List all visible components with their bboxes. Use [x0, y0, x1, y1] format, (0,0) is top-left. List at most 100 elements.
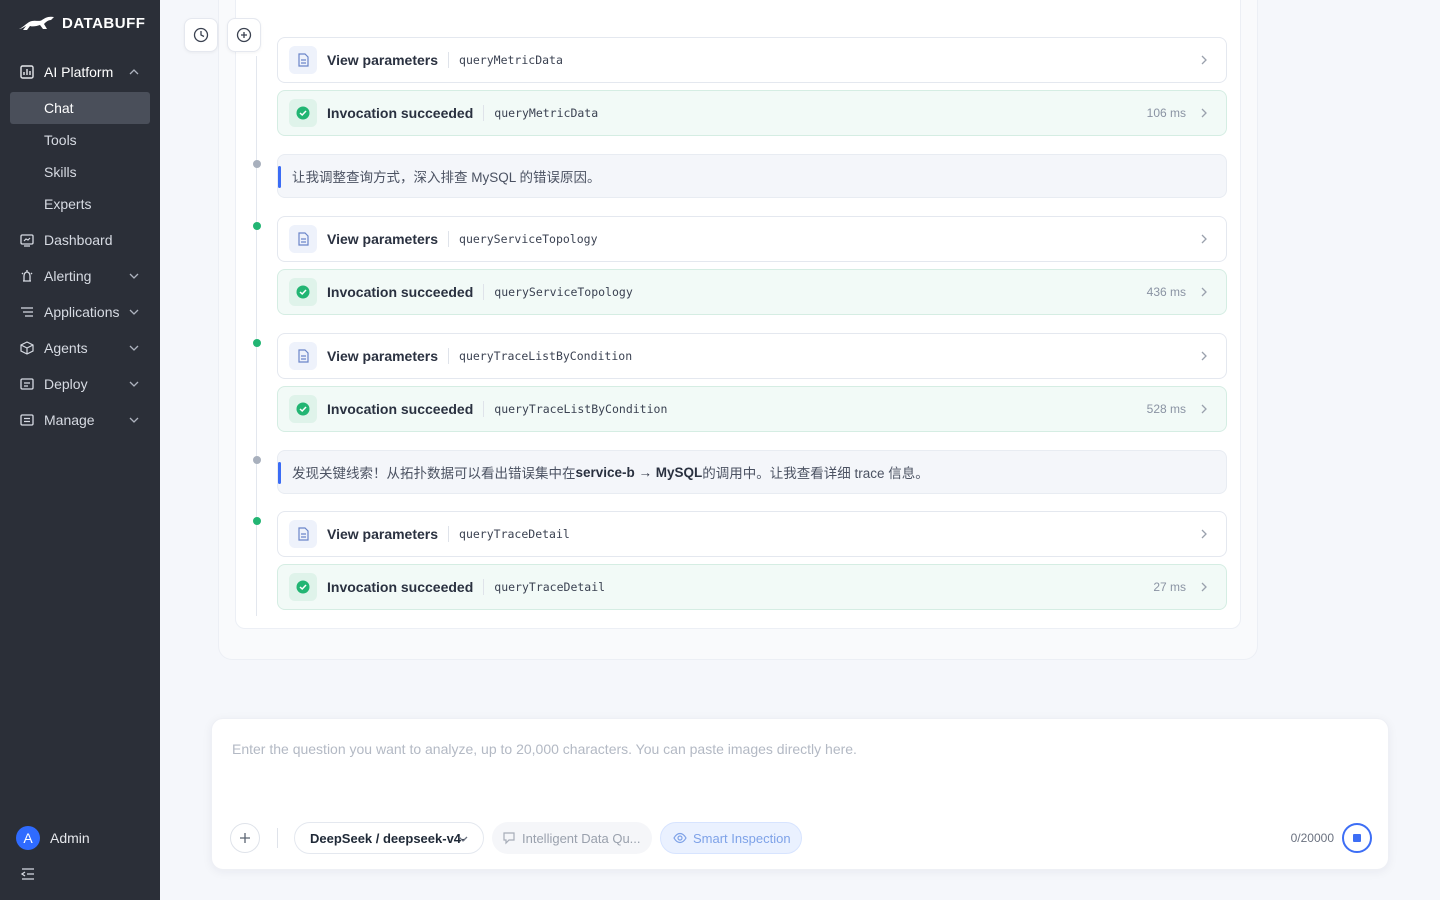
separator — [483, 401, 485, 417]
chevron-right-icon — [1201, 351, 1207, 361]
separator — [448, 231, 450, 247]
sidebar-item-applications[interactable]: Applications — [10, 296, 150, 328]
logo[interactable]: DATABUFF — [18, 13, 145, 33]
row-label: Invocation succeeded — [327, 401, 474, 417]
character-counter: 0/20000 — [1290, 831, 1334, 845]
message-text-prefix: 发现关键线索！从拓扑数据可以看出错误集中在 — [292, 466, 576, 481]
chevron-right-icon — [1201, 234, 1207, 244]
applications-icon — [20, 305, 34, 319]
invocation-succeeded-row[interactable]: Invocation succeeded queryTraceDetail 27… — [277, 564, 1227, 610]
chevron-down-icon — [129, 345, 139, 351]
collapse-sidebar-icon[interactable] — [20, 866, 36, 882]
sidebar-item-deploy[interactable]: Deploy — [10, 368, 150, 400]
row-label: Invocation succeeded — [327, 284, 474, 300]
invocation-succeeded-row[interactable]: Invocation succeeded queryMetricData 106… — [277, 90, 1227, 136]
document-icon — [289, 520, 317, 548]
toggle-label: Intelligent Data Qu... — [522, 830, 641, 846]
sidebar-item-dashboard[interactable]: Dashboard — [10, 224, 150, 256]
new-chat-button[interactable] — [227, 18, 261, 52]
message-highlight: service-b → MySQL — [575, 464, 703, 480]
sidebar-item-label: Tools — [44, 132, 77, 148]
sidebar-item-agents[interactable]: Agents — [10, 332, 150, 364]
view-parameters-row[interactable]: View parameters queryServiceTopology — [277, 216, 1227, 262]
document-icon — [289, 225, 317, 253]
stop-icon — [1353, 834, 1361, 842]
alerting-icon — [20, 269, 34, 283]
separator — [448, 52, 450, 68]
chevron-up-icon — [129, 69, 139, 75]
sidebar-item-manage[interactable]: Manage — [10, 404, 150, 436]
sidebar-item-label: Skills — [44, 164, 77, 180]
duration: 436 ms — [1146, 285, 1186, 299]
smart-inspection-toggle[interactable]: Smart Inspection — [660, 822, 802, 854]
function-name: queryServiceTopology — [459, 232, 598, 246]
function-name: queryMetricData — [459, 53, 563, 67]
question-input[interactable]: Enter the question you want to analyze, … — [232, 741, 857, 757]
chevron-right-icon — [1201, 55, 1207, 65]
timeline-dot — [253, 517, 261, 525]
intelligent-data-query-toggle[interactable]: Intelligent Data Qu... — [492, 822, 652, 854]
sidebar-item-label: AI Platform — [44, 64, 114, 80]
row-label: View parameters — [327, 348, 439, 364]
chevron-right-icon — [1201, 404, 1207, 414]
sidebar: DATABUFF AI Platform Chat Tools Skills E… — [0, 0, 160, 900]
sidebar-item-label: Experts — [44, 196, 92, 212]
invocation-succeeded-row[interactable]: Invocation succeeded queryTraceListByCon… — [277, 386, 1227, 432]
row-label: View parameters — [327, 231, 439, 247]
timeline-dot — [253, 222, 261, 230]
sidebar-item-skills[interactable]: Skills — [10, 156, 150, 188]
check-circle-icon — [289, 573, 317, 601]
sidebar-item-alerting[interactable]: Alerting — [10, 260, 150, 292]
sidebar-item-tools[interactable]: Tools — [10, 124, 150, 156]
chevron-down-icon — [458, 836, 468, 842]
separator — [483, 579, 485, 595]
sidebar-item-label: Manage — [44, 412, 95, 428]
history-button[interactable] — [184, 18, 218, 52]
check-circle-icon — [289, 99, 317, 127]
duration: 528 ms — [1146, 402, 1186, 416]
avatar: A — [16, 826, 40, 850]
assistant-message: 发现关键线索！从拓扑数据可以看出错误集中在 service-b → MySQL … — [277, 450, 1227, 494]
duration: 106 ms — [1146, 106, 1186, 120]
model-name: DeepSeek / deepseek-v4- — [310, 830, 466, 846]
sidebar-item-label: Agents — [44, 340, 88, 356]
message-text: 让我调整查询方式，深入排查 MySQL 的错误原因。 — [292, 170, 601, 185]
row-label: Invocation succeeded — [327, 579, 474, 595]
sidebar-item-label: Dashboard — [44, 232, 113, 248]
sidebar-item-ai-platform[interactable]: AI Platform — [10, 56, 150, 88]
plus-icon — [240, 833, 250, 843]
model-selector[interactable]: DeepSeek / deepseek-v4- — [294, 822, 484, 854]
function-name: queryTraceListByCondition — [494, 402, 668, 416]
timeline-dot — [253, 339, 261, 347]
check-circle-icon — [289, 395, 317, 423]
function-name: queryServiceTopology — [494, 285, 633, 299]
chevron-right-icon — [1201, 529, 1207, 539]
stop-button[interactable] — [1342, 823, 1372, 853]
separator — [448, 526, 450, 542]
timeline-line — [256, 56, 257, 616]
attach-button[interactable] — [230, 823, 260, 853]
user-menu[interactable]: A Admin — [16, 826, 90, 850]
eye-icon — [673, 831, 687, 845]
manage-icon — [20, 413, 34, 427]
dashboard-icon — [20, 233, 34, 247]
sidebar-item-experts[interactable]: Experts — [10, 188, 150, 220]
divider — [277, 828, 278, 848]
document-icon — [289, 342, 317, 370]
agents-icon — [20, 341, 34, 355]
toggle-label: Smart Inspection — [693, 830, 791, 846]
view-parameters-row[interactable]: View parameters queryTraceListByConditio… — [277, 333, 1227, 379]
deploy-icon — [20, 377, 34, 391]
timeline-dot — [253, 456, 261, 464]
sidebar-item-label: Deploy — [44, 376, 88, 392]
document-icon — [289, 46, 317, 74]
chevron-down-icon — [129, 309, 139, 315]
sidebar-item-label: Chat — [44, 100, 74, 116]
view-parameters-row[interactable]: View parameters queryTraceDetail — [277, 511, 1227, 557]
check-circle-icon — [289, 278, 317, 306]
sidebar-item-chat[interactable]: Chat — [10, 92, 150, 124]
row-label: View parameters — [327, 526, 439, 542]
invocation-succeeded-row[interactable]: Invocation succeeded queryServiceTopolog… — [277, 269, 1227, 315]
ai-platform-icon — [20, 65, 34, 79]
view-parameters-row[interactable]: View parameters queryMetricData — [277, 37, 1227, 83]
